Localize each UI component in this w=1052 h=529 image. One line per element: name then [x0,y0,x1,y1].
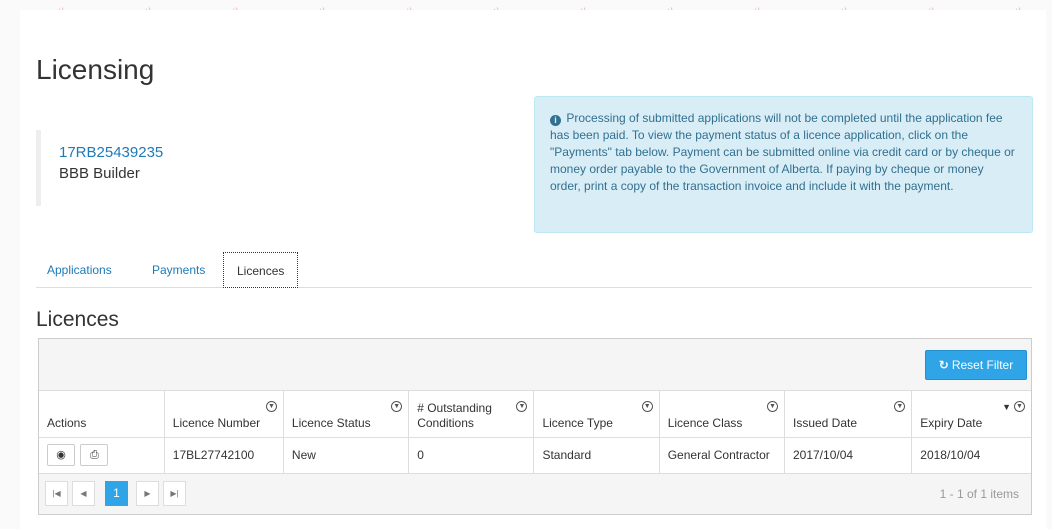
tab-bar: Applications Payments Licences [36,250,1032,288]
column-filter-icon[interactable]: ▼ [391,401,403,412]
first-page-icon: |◀ [52,488,61,498]
column-header-actions: Actions [39,391,165,438]
account-number-link[interactable]: 17RB25439235 [59,144,466,161]
grid-toolbar: ↻ Reset Filter [39,339,1031,391]
licences-table: Actions Licence Number ▼ Licence Status ▼ … [39,391,1031,474]
print-button[interactable]: ⎙ [80,444,109,466]
page-title: Licensing [36,54,155,85]
cell-licence-status: New [282,437,409,474]
column-header-licence-status[interactable]: Licence Status ▼ [282,391,409,438]
account-name: BBB Builder [59,165,140,182]
info-icon: i [550,115,561,126]
previous-page-button[interactable]: ◀ [72,480,95,506]
tab-payments[interactable]: Payments [152,252,205,288]
first-page-button[interactable]: |◀ [45,480,68,506]
info-alert-text: Processing of submitted applications wil… [550,111,1015,193]
printer-icon: ⎙ [89,449,99,461]
sort-descending-icon: ▼ [1002,402,1011,412]
tab-licences[interactable]: Licences [223,252,299,288]
pager: |◀ ◀ 1 ▶ ▶| 1 - 1 of 1 items [39,473,1031,514]
last-page-button[interactable]: ▶| [163,480,186,506]
last-page-icon: ▶| [170,488,179,498]
page-container: Licensing 17RB25439235 BBB Builder i Pro… [20,10,1046,529]
column-header-licence-number[interactable]: Licence Number ▼ [163,391,284,438]
column-filter-icon[interactable]: ▼ [1014,401,1025,412]
info-alert: i Processing of submitted applications w… [534,96,1033,233]
tab-applications[interactable]: Applications [47,252,112,288]
cell-licence-class: General Contractor [658,437,785,474]
table-header-row: Actions Licence Number ▼ Licence Status ▼ … [39,391,1031,438]
licences-grid: ↻ Reset Filter Actions Licence Number ▼ Li… [38,338,1032,515]
column-filter-icon[interactable]: ▼ [516,401,528,412]
column-header-issued-date[interactable]: Issued Date ▼ [783,391,912,438]
reset-filter-label: Reset Filter [951,358,1014,372]
eye-icon: ◉ [56,449,66,461]
table-row: ◉ ⎙ 17BL27742100 New 0 Standard General … [39,437,1031,474]
column-filter-icon[interactable]: ▼ [894,401,906,412]
previous-page-icon: ◀ [80,488,87,498]
column-header-licence-class[interactable]: Licence Class ▼ [658,391,785,438]
actions-cell: ◉ ⎙ [39,437,165,474]
column-filter-icon[interactable]: ▼ [265,401,277,412]
cell-expiry-date: 2018/10/04 [911,437,1031,474]
column-filter-icon[interactable]: ▼ [766,401,778,412]
section-title: Licences [36,308,119,331]
refresh-icon: ↻ [938,358,949,372]
next-page-button[interactable]: ▶ [136,480,159,506]
column-header-outstanding-conditions[interactable]: # Outstanding Conditions ▼ [408,391,534,438]
cell-licence-number: 17BL27742100 [163,437,284,474]
column-filter-icon[interactable]: ▼ [641,401,653,412]
page-number-button[interactable]: 1 [105,480,128,506]
column-header-expiry-date[interactable]: Expiry Date ▼ ▼ [911,391,1031,438]
view-button[interactable]: ◉ [47,444,75,466]
cell-licence-type: Standard [533,437,660,474]
cell-outstanding-conditions: 0 [408,437,534,474]
cell-issued-date: 2017/10/04 [783,437,912,474]
pager-summary: 1 - 1 of 1 items [939,486,1019,501]
column-header-licence-type[interactable]: Licence Type ▼ [533,391,660,438]
account-summary: 17RB25439235 BBB Builder [36,130,466,206]
reset-filter-button[interactable]: ↻ Reset Filter [925,350,1027,380]
next-page-icon: ▶ [144,488,151,498]
